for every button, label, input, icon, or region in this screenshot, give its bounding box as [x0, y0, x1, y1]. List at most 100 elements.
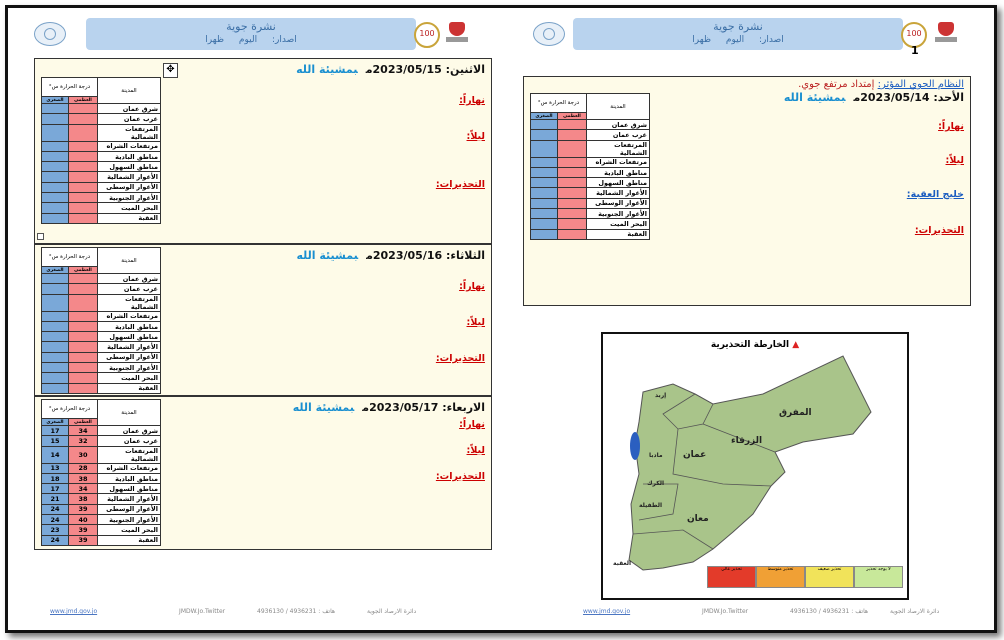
min-temp-cell [530, 118, 558, 131]
website-link[interactable]: www.jmd.gov.jo [50, 608, 97, 615]
min-temp-cell: 24 [41, 503, 69, 516]
night-label: ليلاً: [466, 317, 485, 328]
table-row: البحر الميت [41, 202, 161, 214]
phone-numbers: هاتف : 4936231 / 4936130 [790, 608, 869, 615]
city-cell: المرتفعات الشمالية [586, 139, 650, 158]
region-label: عمان [683, 450, 707, 460]
weather-system-label: النظام الجوي المؤثر: [877, 79, 964, 90]
legend-item: تحذير عالي [707, 566, 756, 588]
max-temp-cell: 38 [68, 472, 98, 485]
max-temp-cell [557, 118, 587, 131]
min-temp-cell: 23 [41, 524, 69, 536]
max-temp-cell [557, 218, 587, 230]
website-link[interactable]: www.jmd.gov.jo [583, 608, 630, 615]
resize-handle-icon[interactable] [37, 233, 44, 240]
temperature-table: المدينة درجة الحرارة س° العظمى الصغرى شرق عم… [41, 77, 161, 224]
facebook-name[interactable]: دائرة الارصاد الجوية [890, 608, 939, 615]
max-header: العظمى [68, 96, 98, 104]
blessing-text: بمشيئة الله [296, 249, 359, 262]
blessing-text: بمشيئة الله [783, 91, 846, 104]
max-temp-cell [557, 197, 587, 210]
centennial-logo-icon: 100 [414, 22, 440, 48]
bulletin-header: نشرة جوية اصدار: اليوم ظهرا [86, 18, 416, 50]
min-temp-cell [41, 113, 69, 125]
city-cell: الأغوار الوسطى [97, 503, 161, 516]
city-header: المدينة [586, 93, 650, 120]
min-temp-cell [530, 156, 558, 168]
city-cell: غرب عمان [586, 129, 650, 141]
max-temp-cell [68, 192, 98, 204]
issue-label: اصدار: [758, 35, 784, 45]
phone-numbers: هاتف : 4936231 / 4936130 [257, 608, 336, 615]
min-temp-cell: 24 [41, 534, 69, 546]
table-row: مناطق السهول [41, 331, 161, 343]
min-temp-cell [41, 192, 69, 204]
city-cell: المرتفعات الشمالية [97, 445, 161, 464]
warnings-label: التحذيرات: [435, 353, 485, 364]
table-row: مناطق السهول [41, 161, 161, 173]
jordan-map-svg [628, 355, 872, 571]
min-temp-cell: 13 [41, 462, 69, 474]
max-temp-cell [68, 293, 98, 312]
min-temp-cell [41, 331, 69, 343]
warnings-label: التحذيرات: [435, 471, 485, 482]
city-cell: مرتفعات الشراه [97, 140, 161, 152]
city-cell: شرق عمان [586, 118, 650, 131]
min-temp-cell [530, 177, 558, 189]
bulletin-header: نشرة جوية اصدار: اليوم ظهرا [573, 18, 903, 50]
min-temp-cell [41, 272, 69, 285]
move-handle-icon[interactable]: ✥ [163, 63, 178, 78]
temperature-table: المدينة درجة الحرارة س° العظمى الصغرى شرق عم… [41, 247, 161, 394]
max-temp-cell [68, 123, 98, 142]
facebook-name[interactable]: دائرة الارصاد الجوية [367, 608, 416, 615]
forecast-day-section: الاربعاء: 2023/05/17م بمشيئة الله نهاراً:… [34, 396, 492, 550]
table-row: الأغوار الوسطى [41, 351, 161, 364]
region-label: الكرك [647, 480, 665, 487]
day-title: الاثنين: 2023/05/15م [365, 63, 485, 76]
city-cell: البحر الميت [97, 524, 161, 536]
document-frame: نشرة جوية اصدار: اليوم ظهرا 100 الاثنين:… [5, 5, 997, 633]
temperature-table: المدينة درجة الحرارة س° العظمى الصغرى شرق عم… [530, 93, 650, 240]
table-row: مرتفعات الشراه 28 13 [41, 462, 161, 474]
table-row: الأغوار الوسطى [41, 181, 161, 194]
min-temp-cell: 18 [41, 472, 69, 485]
min-temp-cell: 15 [41, 435, 69, 447]
table-row: الأغوار الشمالية [530, 187, 650, 199]
issue-day: اليوم [725, 35, 745, 45]
max-header: العظمى [68, 418, 98, 426]
city-cell: البحر الميت [97, 372, 161, 384]
max-temp-cell [68, 171, 98, 183]
max-temp-cell [68, 140, 98, 152]
table-row: غرب عمان [41, 113, 161, 125]
max-temp-cell: 32 [68, 435, 98, 447]
min-temp-cell [41, 362, 69, 374]
min-temp-cell [41, 171, 69, 183]
legend-item: لا يوجد تحذير [854, 566, 903, 588]
max-temp-cell [68, 150, 98, 163]
min-temp-cell [41, 351, 69, 364]
min-temp-cell: 17 [41, 424, 69, 437]
twitter-handle[interactable]: JMDW.Jo.Twitter [179, 608, 225, 615]
min-header: الصغرى [530, 112, 558, 120]
max-temp-cell [68, 283, 98, 295]
page-number: 1 [911, 44, 919, 57]
issue-label: اصدار: [271, 35, 297, 45]
min-header: الصغرى [41, 418, 69, 426]
city-cell: مرتفعات الشراه [97, 462, 161, 474]
weather-system-value: إمتداد مرتفع جوي. [798, 79, 875, 90]
table-row: الأغوار الجنوبية [530, 208, 650, 220]
temperature-table: المدينة درجة الحرارة س° العظمى الصغرى شرق عم… [41, 399, 161, 546]
min-temp-cell [530, 139, 558, 158]
max-temp-cell [68, 161, 98, 173]
twitter-handle[interactable]: JMDW.Jo.Twitter [702, 608, 748, 615]
warnings-label: التحذيرات: [914, 225, 964, 236]
temperature-header: درجة الحرارة س° [41, 399, 98, 419]
day-label: نهاراً: [459, 419, 485, 430]
min-temp-cell [41, 372, 69, 384]
max-temp-cell [68, 310, 98, 322]
max-temp-cell: 34 [68, 424, 98, 437]
city-cell: الأغوار الشمالية [586, 187, 650, 199]
max-temp-cell [68, 102, 98, 115]
max-temp-cell [68, 382, 98, 394]
city-header: المدينة [97, 399, 161, 426]
